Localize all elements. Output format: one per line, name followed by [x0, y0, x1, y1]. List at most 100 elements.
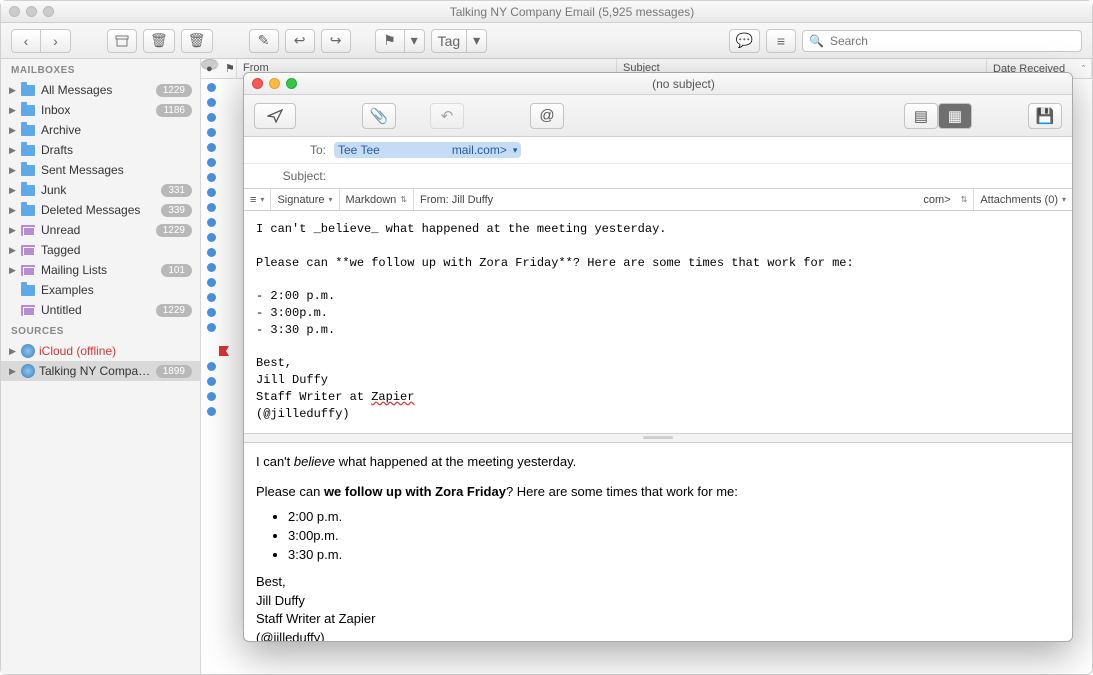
signature-menu[interactable]: Signature▾ [271, 189, 339, 210]
search-icon: 🔍 [809, 34, 824, 48]
unread-dot-icon [207, 98, 216, 107]
reply-button[interactable]: ↩ [285, 29, 315, 53]
options-menu[interactable]: ≡▾ [244, 189, 271, 210]
mention-button[interactable]: @ [530, 103, 564, 129]
folder-icon [21, 185, 35, 196]
minimize-button[interactable] [269, 78, 280, 89]
archive-button[interactable] [107, 29, 137, 53]
sidebar-item-deleted[interactable]: ▶Deleted Messages339 [1, 200, 200, 220]
traffic-dot-inactive[interactable] [9, 6, 20, 17]
zoom-button[interactable] [286, 78, 297, 89]
folder-icon [21, 205, 35, 216]
format-menu[interactable]: Markdown⇅ [340, 189, 414, 210]
attachments-menu[interactable]: Attachments (0)▾ [974, 189, 1072, 210]
chevron-down-icon[interactable]: ▾ [513, 145, 518, 156]
unread-dot-icon [207, 278, 216, 287]
folder-icon [21, 165, 35, 176]
sidebar-source-talkingny[interactable]: ▶Talking NY Company…1899 [1, 361, 200, 381]
flag-menu[interactable]: ▾ [405, 29, 425, 53]
globe-icon [21, 344, 35, 358]
attach-button[interactable]: 📎 [362, 103, 396, 129]
view-raw-button[interactable]: ▤ [904, 103, 938, 129]
headers-button[interactable]: ≡ [766, 29, 796, 53]
tag-menu[interactable]: ▾ [467, 29, 487, 53]
sidebar-heading-mailboxes: MAILBOXES [1, 59, 200, 80]
markdown-editor[interactable]: I can't _believe_ what happened at the m… [244, 211, 1072, 433]
unread-dot-icon [207, 203, 216, 212]
trash-button[interactable]: 🗑 [181, 29, 213, 53]
thread-button[interactable]: 💬 [729, 29, 760, 53]
unread-dot-icon [207, 83, 216, 92]
unread-dot-icon [207, 407, 216, 416]
close-button[interactable] [252, 78, 263, 89]
folder-icon [21, 125, 35, 136]
forward-mail-button[interactable]: ↪ [321, 29, 351, 53]
traffic-dot-inactive[interactable] [43, 6, 54, 17]
unread-dot-icon [207, 323, 216, 332]
folder-icon [21, 85, 35, 96]
compose-window: (no subject) 📎 ↶ @ ▤ ▦ 💾 To: Tee Tee mai… [243, 72, 1073, 642]
sidebar-item-all-messages[interactable]: ▶All Messages1229 [1, 80, 200, 100]
unread-dot-icon [207, 362, 216, 371]
message-status-strip [201, 79, 231, 674]
unread-dot-icon [207, 218, 216, 227]
sidebar-item-drafts[interactable]: ▶Drafts [1, 140, 200, 160]
unread-dot-icon [207, 248, 216, 257]
subject-label: Subject: [254, 169, 334, 183]
compose-titlebar: (no subject) [244, 73, 1072, 95]
unread-dot-icon [207, 233, 216, 242]
sidebar-item-unread[interactable]: ▶Unread1229 [1, 220, 200, 240]
subject-row: Subject: [244, 164, 1072, 188]
col-flag[interactable]: ⚑ [219, 59, 237, 78]
sidebar-item-junk[interactable]: ▶Junk331 [1, 180, 200, 200]
unread-dot-icon [207, 377, 216, 386]
traffic-dot-inactive[interactable] [26, 6, 37, 17]
send-button[interactable] [254, 103, 296, 129]
sidebar-item-archive[interactable]: ▶Archive [1, 120, 200, 140]
search-input[interactable] [830, 34, 1075, 48]
sidebar-item-untitled[interactable]: ▶Untitled1229 [1, 300, 200, 320]
flag-icon [219, 346, 229, 356]
from-menu[interactable]: From: Jill Duffycom>⇅ [414, 189, 974, 210]
folder-icon [21, 145, 35, 156]
compose-title: (no subject) [303, 77, 1064, 91]
search-field[interactable]: 🔍 [802, 30, 1082, 52]
recipient-chip[interactable]: Tee Tee mail.com> ▾ [334, 142, 521, 158]
unread-dot-icon [207, 293, 216, 302]
to-field[interactable]: Tee Tee mail.com> ▾ [334, 142, 1062, 158]
subject-input[interactable] [334, 169, 1062, 183]
compose-button[interactable]: ✎ [249, 29, 279, 53]
window-title: Talking NY Company Email (5,925 messages… [60, 5, 1084, 19]
save-draft-button[interactable]: 💾 [1028, 103, 1062, 129]
view-split-button[interactable]: ▦ [938, 103, 972, 129]
main-toolbar: ‹ › 🗑 🗑 ✎ ↩ ↪ ⚑ ▾ Tag ▾ 💬 ≡ 🔍 [1, 23, 1092, 59]
forward-button[interactable]: › [41, 29, 71, 53]
smart-folder-icon [21, 225, 35, 236]
sidebar-item-sent[interactable]: ▶Sent Messages [1, 160, 200, 180]
col-read-status[interactable]: ● [201, 59, 219, 70]
sidebar-item-inbox[interactable]: ▶Inbox1186 [1, 100, 200, 120]
folder-icon [21, 285, 35, 296]
flag-button[interactable]: ⚑ [375, 29, 405, 53]
smart-folder-icon [21, 245, 35, 256]
main-traffic-lights [9, 6, 54, 17]
unread-dot-icon [207, 188, 216, 197]
preview-pane: I can't believe what happened at the mee… [244, 443, 1072, 641]
unread-dot-icon [207, 392, 216, 401]
compose-toolbar: 📎 ↶ @ ▤ ▦ 💾 [244, 95, 1072, 137]
junk-button[interactable]: 🗑 [143, 29, 175, 53]
unread-dot-icon [207, 113, 216, 122]
sidebar-item-examples[interactable]: ▶Examples [1, 280, 200, 300]
unread-dot-icon [207, 173, 216, 182]
sidebar-item-tagged[interactable]: ▶Tagged [1, 240, 200, 260]
unread-dot-icon [207, 143, 216, 152]
to-row: To: Tee Tee mail.com> ▾ [244, 137, 1072, 164]
undo-button[interactable]: ↶ [430, 103, 464, 129]
back-button[interactable]: ‹ [11, 29, 41, 53]
tag-button[interactable]: Tag [431, 29, 468, 53]
sidebar-source-icloud[interactable]: ▶iCloud (offline) [1, 341, 200, 361]
split-handle[interactable] [244, 433, 1072, 443]
smart-folder-icon [21, 265, 35, 276]
sidebar-item-mailinglists[interactable]: ▶Mailing Lists101 [1, 260, 200, 280]
unread-dot-icon [207, 128, 216, 137]
